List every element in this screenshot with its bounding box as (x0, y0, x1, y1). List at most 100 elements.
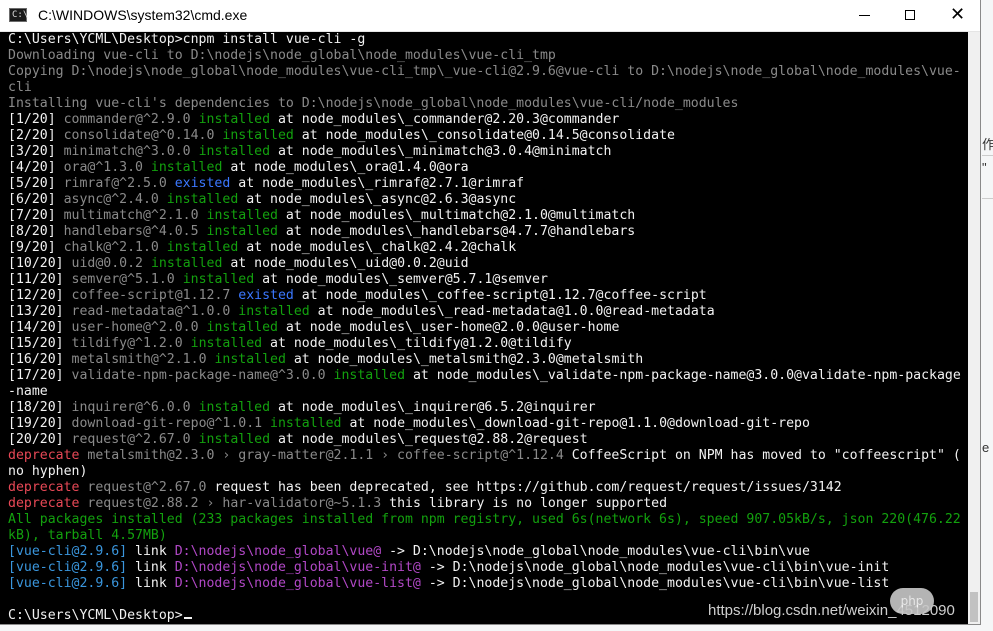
console-text-segment: [2/20] (8, 128, 64, 143)
console-text-segment: -> D:\nodejs\node_global\node_modules\vu… (420, 560, 890, 575)
console-text-segment: [3/20] (8, 144, 64, 159)
console-line: deprecate metalsmith@2.3.0 › gray-matter… (8, 448, 968, 464)
background-page-text: 作 (982, 137, 993, 152)
background-page-text: " (982, 160, 987, 175)
console-line: [9/20] chalk@^2.1.0 installed at node_mo… (8, 240, 968, 256)
console-text-segment: -> D:\nodejs\node_global\node_modules\vu… (420, 576, 890, 591)
minimize-icon (859, 15, 870, 16)
console-text-segment: at node_modules\_request@2.88.2@request (270, 432, 588, 447)
console-text-segment: installed (222, 128, 294, 143)
console-text-segment: read-metadata@^1.0.0 (71, 304, 239, 319)
console-text-segment: [16/20] (8, 352, 72, 367)
console-line: [14/20] user-home@^2.0.0 installed at no… (8, 320, 968, 336)
console-line: [15/20] tildify@^1.2.0 installed at node… (8, 336, 968, 352)
console-text-segment: semver@^5.1.0 (71, 272, 183, 287)
console-text-segment: cli (8, 80, 32, 95)
console-line: [2/20] consolidate@^0.14.0 installed at … (8, 128, 968, 144)
console-line: [7/20] multimatch@^2.1.0 installed at no… (8, 208, 968, 224)
console-text-segment: installed (333, 368, 406, 383)
background-page-divider (982, 198, 993, 199)
console-line: C:\Users\YCML\Desktop>cnpm install vue-c… (8, 32, 968, 48)
console-text-segment: installed (198, 112, 271, 127)
console-text-segment: async@^2.4.0 (63, 192, 167, 207)
console-text-segment: user-home@^2.0.0 (71, 320, 207, 335)
console-line: [6/20] async@^2.4.0 installed at node_mo… (8, 192, 968, 208)
console-line: All packages installed (233 packages ins… (8, 512, 968, 528)
console-text-segment: D:\nodejs\node_global\vue-init@ (174, 560, 421, 575)
console-text-segment: link (127, 544, 175, 559)
window-title: C:\WINDOWS\system32\cmd.exe (38, 7, 248, 23)
console-text-segment: Downloading vue-cli to D:\nodejs\node_gl… (8, 48, 556, 63)
close-button[interactable]: ✕ (934, 0, 980, 31)
console-text-segment: C:\Users\YCML\Desktop>cnpm install vue-c… (8, 32, 366, 47)
console-text-segment: at node_modules\_user-home@2.0.0@user-ho… (277, 320, 620, 335)
console-text-segment: inquirer@^6.0.0 (71, 400, 199, 415)
console-line: [17/20] validate-npm-package-name@^3.0.0… (8, 368, 968, 384)
console-text-segment: All packages installed (233 packages ins… (8, 512, 961, 527)
minimize-button[interactable] (841, 0, 887, 31)
console-text-segment: installed (198, 400, 271, 415)
console-text-segment: [12/20] (8, 288, 72, 303)
console-line: [19/20] download-git-repo@^1.0.1 install… (8, 416, 968, 432)
console-text-segment: at node_modules\_uid@0.0.2@uid (222, 256, 469, 271)
console-text-segment: [20/20] (8, 432, 72, 447)
console-line: no hyphen) (8, 464, 968, 480)
cmd-app-icon[interactable]: C:\ (9, 8, 29, 22)
console-text-segment: at node_modules\_metalsmith@2.3.0@metals… (285, 352, 644, 367)
console-output[interactable]: C:\Users\YCML\Desktop>cnpm install vue-c… (0, 32, 968, 624)
console-text-segment: ora@^1.3.0 (63, 160, 151, 175)
maximize-button[interactable] (887, 0, 933, 31)
console-text-segment: at node_modules\_rimraf@2.7.1@rimraf (230, 176, 525, 191)
console-line: [13/20] read-metadata@^1.0.0 installed a… (8, 304, 968, 320)
console-text-segment: installed (198, 144, 271, 159)
console-text-segment: at node_modules\_validate-npm-package-na… (405, 368, 961, 383)
console-line: [20/20] request@^2.67.0 installed at nod… (8, 432, 968, 448)
console-line: [4/20] ora@^1.3.0 installed at node_modu… (8, 160, 968, 176)
console-text-segment: D:\nodejs\node_global\vue-list@ (174, 576, 421, 591)
title-bar[interactable]: C:\ C:\WINDOWS\system32\cmd.exe ✕ (0, 0, 980, 32)
console-text-segment: at node_modules\_chalk@2.4.2@chalk (238, 240, 517, 255)
console-line: Downloading vue-cli to D:\nodejs\node_gl… (8, 48, 968, 64)
console-line: [3/20] minimatch@^3.0.0 installed at nod… (8, 144, 968, 160)
console-text-segment: [8/20] (8, 224, 64, 239)
background-page-text: e (982, 440, 990, 455)
console-text-segment: request has been deprecated, see https:/… (214, 480, 842, 495)
console-line: [8/20] handlebars@^4.0.5 installed at no… (8, 224, 968, 240)
console-line: deprecate request@2.88.2 › har-validator… (8, 496, 968, 512)
console-text-segment: [10/20] (8, 256, 72, 271)
console-text-segment: no hyphen) (8, 464, 88, 479)
console-text-segment: at node_modules\_ora@1.4.0@ora (222, 160, 469, 175)
console-text-segment: at node_modules\_minimatch@3.0.4@minimat… (270, 144, 612, 159)
cmd-icon-label: C:\ (12, 10, 29, 20)
text-cursor (183, 617, 192, 619)
console-text-segment: uid@0.0.2 (71, 256, 151, 271)
console-text-segment: commander@^2.9.0 (63, 112, 199, 127)
console-line: [18/20] inquirer@^6.0.0 installed at nod… (8, 400, 968, 416)
console-text-segment: metalsmith@2.3.0 › gray-matter@2.1.1 › c… (79, 448, 572, 463)
cmd-window: C:\ C:\WINDOWS\system32\cmd.exe ✕ C:\Use… (0, 0, 980, 624)
console-text-segment: validate-npm-package-name@^3.0.0 (71, 368, 334, 383)
console-line: [16/20] metalsmith@^2.1.0 installed at n… (8, 352, 968, 368)
console-text-segment: [19/20] (8, 416, 72, 431)
console-text-segment: kB), tarball 4.57MB) (8, 528, 167, 543)
console-text-segment: deprecate (8, 480, 80, 495)
scrollbar-thumb[interactable] (970, 592, 978, 622)
console-line: deprecate request@^2.67.0 request has be… (8, 480, 968, 496)
console-line: [vue-cli@2.9.6] link D:\nodejs\node_glob… (8, 544, 968, 560)
console-line: [1/20] commander@^2.9.0 installed at nod… (8, 112, 968, 128)
console-text-segment: [4/20] (8, 160, 64, 175)
console-line: cli (8, 80, 968, 96)
console-line: [12/20] coffee-script@1.12.7 existed at … (8, 288, 968, 304)
console-text-segment: at node_modules\_commander@2.20.3@comman… (270, 112, 620, 127)
console-line: [5/20] rimraf@^2.5.0 existed at node_mod… (8, 176, 968, 192)
console-text-segment: at node_modules\_async@2.6.3@async (238, 192, 517, 207)
console-text-segment: installed (166, 192, 239, 207)
console-text-segment: deprecate (8, 448, 80, 463)
vertical-scrollbar[interactable] (968, 32, 980, 624)
console-line: [vue-cli@2.9.6] link D:\nodejs\node_glob… (8, 560, 968, 576)
console-line: [10/20] uid@0.0.2 installed at node_modu… (8, 256, 968, 272)
console-text-segment: [5/20] (8, 176, 64, 191)
console-text-segment: [vue-cli@2.9.6] (8, 544, 128, 559)
console-text-segment: installed (150, 256, 223, 271)
console-text-segment: at node_modules\_multimatch@2.1.0@multim… (277, 208, 636, 223)
